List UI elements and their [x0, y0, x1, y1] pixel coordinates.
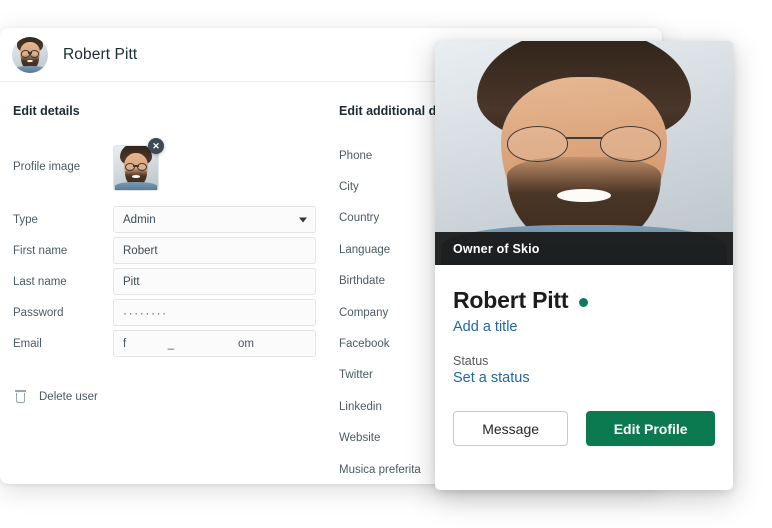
profile-name: Robert Pitt [453, 287, 569, 313]
delete-user-label: Delete user [39, 390, 98, 403]
profile-name-row: Robert Pitt [453, 287, 715, 314]
form-row-password: Password ········ [0, 297, 330, 328]
form-row-last-name: Last name Pitt [0, 266, 330, 297]
profile-image-label: Profile image [13, 161, 81, 173]
online-status-dot [579, 298, 589, 307]
form-row-type: Type Admin [0, 204, 330, 235]
profile-preview-card: Owner of Skio Robert Pitt Add a title St… [435, 41, 733, 490]
form-row-email: Email f _ om [0, 328, 330, 359]
last-name-value: Pitt [123, 275, 140, 288]
last-name-label: Last name [13, 275, 67, 288]
trash-icon [15, 390, 26, 403]
profile-action-buttons: Message Edit Profile [453, 411, 715, 446]
chevron-down-icon [299, 217, 307, 222]
profile-image-thumbnail-wrap: ✕ [113, 138, 164, 191]
email-value: f _ om [123, 337, 255, 350]
type-select[interactable]: Admin [113, 206, 316, 233]
last-name-input[interactable]: Pitt [113, 268, 316, 295]
edit-details-title: Edit details [13, 104, 80, 118]
first-name-input[interactable]: Robert [113, 237, 316, 264]
set-a-status-link[interactable]: Set a status [453, 370, 715, 386]
status-label: Status [453, 354, 489, 368]
owner-title-banner: Owner of Skio [435, 232, 733, 265]
first-name-value: Robert [123, 244, 158, 257]
email-label: Email [13, 337, 42, 350]
edit-profile-button[interactable]: Edit Profile [586, 411, 715, 446]
delete-user-button[interactable]: Delete user [0, 390, 330, 403]
password-input[interactable]: ········ [113, 299, 316, 326]
avatar-portrait-image [12, 36, 48, 73]
profile-info: Robert Pitt Add a title Status Set a sta… [435, 265, 733, 446]
password-label: Password [13, 306, 64, 319]
message-button[interactable]: Message [453, 411, 569, 446]
type-label: Type [13, 213, 38, 226]
edit-details-column: Edit details Profile image ✕ Type Admin … [0, 104, 330, 484]
password-value: ········ [123, 305, 168, 320]
form-row-first-name: First name Robert [0, 235, 330, 266]
profile-image-row: Profile image ✕ [0, 138, 330, 194]
first-name-label: First name [13, 244, 68, 257]
close-icon[interactable]: ✕ [148, 138, 164, 154]
add-a-title-link[interactable]: Add a title [453, 319, 715, 335]
cover-photo: Owner of Skio [435, 41, 733, 265]
type-value: Admin [123, 213, 156, 226]
avatar [12, 36, 48, 73]
owner-title-text: Owner of Skio [453, 241, 540, 256]
email-input[interactable]: f _ om [113, 330, 316, 357]
page-title: Robert Pitt [63, 45, 138, 63]
